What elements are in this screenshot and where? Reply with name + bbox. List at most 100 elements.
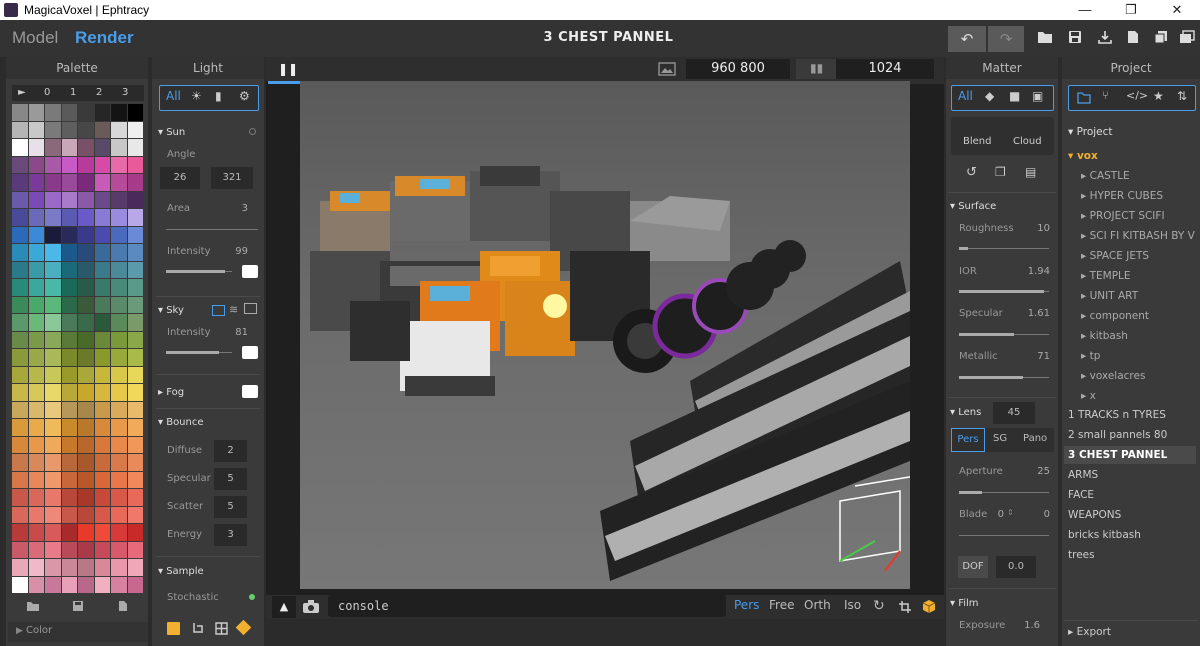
palette-swatch[interactable]: [28, 454, 44, 471]
lens-mode-pano[interactable]: Pano: [1023, 433, 1047, 444]
palette-swatch[interactable]: [45, 384, 61, 401]
palette-swatch[interactable]: [45, 489, 61, 506]
export-section[interactable]: ▸ Export: [1064, 623, 1196, 641]
roughness-slider[interactable]: [959, 247, 1049, 250]
project-folder-item[interactable]: ▸ PROJECT SCIFI: [1064, 207, 1196, 225]
tree-icon[interactable]: ⑂: [1102, 89, 1109, 102]
palette-swatch[interactable]: [127, 261, 143, 278]
export-icon[interactable]: [1092, 26, 1118, 52]
blade-slider[interactable]: [959, 535, 1049, 536]
save-icon[interactable]: [1062, 26, 1088, 52]
palette-swatch[interactable]: [94, 366, 110, 383]
sky-color-swatch[interactable]: [242, 346, 258, 359]
exposure-value[interactable]: 1.6: [1012, 620, 1040, 631]
sun-intensity-slider[interactable]: [166, 270, 232, 273]
palette-swatch[interactable]: [111, 384, 127, 401]
palette-swatch[interactable]: [78, 261, 94, 278]
palette-swatch[interactable]: [45, 454, 61, 471]
dof-value[interactable]: 0.0: [996, 556, 1036, 578]
palette-swatch[interactable]: [127, 541, 143, 558]
palette-swatch[interactable]: [28, 244, 44, 261]
palette-swatch[interactable]: [127, 104, 143, 121]
palette-swatch[interactable]: [61, 314, 77, 331]
palette-tab-4[interactable]: 3: [122, 87, 128, 98]
palette-swatch[interactable]: [78, 419, 94, 436]
angle-value-2[interactable]: 321: [211, 167, 253, 189]
palette-swatch[interactable]: [12, 261, 28, 278]
palette-swatch[interactable]: [61, 331, 77, 348]
blade-value[interactable]: 0: [1036, 509, 1050, 520]
palette-swatch[interactable]: [127, 489, 143, 506]
palette-swatch[interactable]: [111, 244, 127, 261]
palette-swatch[interactable]: [127, 576, 143, 593]
palette-swatch[interactable]: [12, 419, 28, 436]
palette-tab-3[interactable]: 2: [96, 87, 102, 98]
palette-swatch[interactable]: [12, 506, 28, 523]
palette-swatch[interactable]: [28, 349, 44, 366]
palette-swatch[interactable]: [12, 296, 28, 313]
palette-swatch[interactable]: [94, 226, 110, 243]
lens-section-title[interactable]: ▾ Lens: [950, 407, 981, 418]
palette-swatch[interactable]: [61, 401, 77, 418]
palette-swatch[interactable]: [45, 104, 61, 121]
palette-swatch[interactable]: [28, 209, 44, 226]
palette-swatch[interactable]: [94, 331, 110, 348]
bounce-section-title[interactable]: ▾ Bounce: [158, 417, 204, 428]
palette-swatch[interactable]: [111, 174, 127, 191]
palette-swatch[interactable]: [28, 489, 44, 506]
project-file-item[interactable]: 1 TRACKS n TYRES: [1064, 406, 1196, 424]
sky-gradient-icon[interactable]: ≋: [229, 303, 238, 316]
image-icon[interactable]: ▣: [1032, 89, 1043, 103]
palette-swatch[interactable]: [45, 559, 61, 576]
project-folder-item[interactable]: ▸ x: [1064, 387, 1196, 405]
palette-swatch[interactable]: [111, 261, 127, 278]
lens-mode-pers[interactable]: Pers: [951, 428, 985, 452]
metallic-value[interactable]: 71: [1024, 351, 1050, 362]
palette-swatch[interactable]: [28, 104, 44, 121]
palette-swatch[interactable]: [127, 296, 143, 313]
palette-swatch[interactable]: [12, 559, 28, 576]
palette-swatch[interactable]: [111, 226, 127, 243]
gear-icon[interactable]: ⚙: [239, 89, 250, 103]
surface-section-title[interactable]: ▾ Surface: [950, 201, 996, 212]
palette-swatch[interactable]: [45, 139, 61, 156]
sample-crop-icon[interactable]: [192, 622, 205, 635]
palette-swatch[interactable]: [111, 576, 127, 593]
project-folder-item[interactable]: ▸ SCI FI KITBASH BY V: [1064, 227, 1196, 245]
palette-swatch[interactable]: [127, 401, 143, 418]
palette-swatch[interactable]: [111, 349, 127, 366]
render-viewport[interactable]: ❚❚ 960 800 ▮▮ 1024: [266, 57, 944, 595]
palette-swatch[interactable]: [45, 314, 61, 331]
dof-button[interactable]: DOF: [958, 556, 988, 578]
fog-color-swatch[interactable]: [242, 385, 258, 398]
palette-swatch[interactable]: [12, 121, 28, 138]
palette-swatch[interactable]: [78, 104, 94, 121]
palette-swatch[interactable]: [111, 559, 127, 576]
palette-swatch[interactable]: [127, 524, 143, 541]
palette-swatch[interactable]: [127, 366, 143, 383]
palette-swatch[interactable]: [78, 296, 94, 313]
film-icon[interactable]: ■: [1009, 89, 1020, 103]
palette-swatch[interactable]: [45, 419, 61, 436]
palette-swatch[interactable]: [12, 191, 28, 208]
palette-swatch[interactable]: [127, 331, 143, 348]
palette-swatch[interactable]: [12, 471, 28, 488]
palette-swatch[interactable]: [127, 559, 143, 576]
palette-swatch[interactable]: [28, 174, 44, 191]
view-mode-orth[interactable]: Orth: [804, 598, 831, 612]
project-file-item[interactable]: WEAPONS: [1064, 506, 1196, 524]
palette-swatch[interactable]: [111, 436, 127, 453]
ior-slider[interactable]: [959, 290, 1049, 293]
palette-swatch[interactable]: [45, 349, 61, 366]
palette-swatch[interactable]: [61, 541, 77, 558]
palette-swatch[interactable]: [111, 454, 127, 471]
sky-intensity-value[interactable]: 81: [222, 327, 248, 338]
snapshot-icon[interactable]: [1174, 26, 1200, 52]
palette-swatch[interactable]: [28, 296, 44, 313]
palette-swatch[interactable]: [12, 226, 28, 243]
lens-mode-sg[interactable]: SG: [993, 433, 1007, 444]
palette-swatch[interactable]: [45, 576, 61, 593]
palette-swatch[interactable]: [127, 191, 143, 208]
view-mode-free[interactable]: Free: [769, 598, 794, 612]
film-section-title[interactable]: ▾ Film: [950, 598, 979, 609]
